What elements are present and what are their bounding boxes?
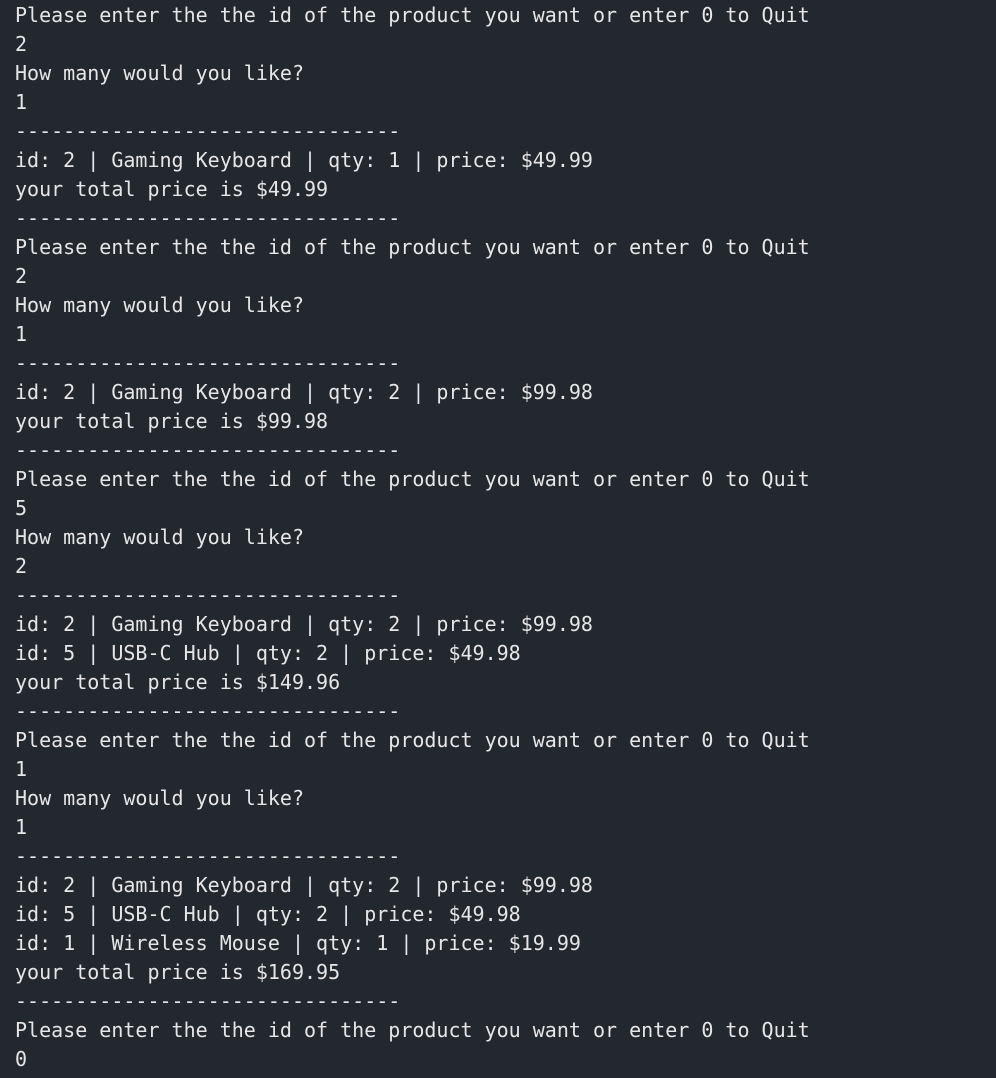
cart-item-line: id: 5 | USB-C Hub | qty: 2 | price: $49.…	[15, 641, 521, 665]
user-input-line: 1	[15, 815, 28, 839]
cart-item-line: id: 2 | Gaming Keyboard | qty: 1 | price…	[15, 148, 593, 172]
separator-line: --------------------------------	[15, 438, 401, 462]
separator-line: --------------------------------	[15, 119, 401, 143]
cart-item-line: id: 1 | Wireless Mouse | qty: 1 | price:…	[15, 931, 581, 955]
separator-line: --------------------------------	[15, 583, 401, 607]
separator-line: --------------------------------	[15, 989, 401, 1013]
prompt-line: How many would you like?	[15, 61, 304, 85]
prompt-line: Please enter the the id of the product y…	[15, 3, 810, 27]
prompt-line: Please enter the the id of the product y…	[15, 467, 810, 491]
cart-item-line: id: 2 | Gaming Keyboard | qty: 2 | price…	[15, 380, 593, 404]
user-input-line: 2	[15, 264, 28, 288]
prompt-line: Please enter the the id of the product y…	[15, 1018, 810, 1042]
cart-item-line: id: 2 | Gaming Keyboard | qty: 2 | price…	[15, 612, 593, 636]
terminal-output[interactable]: Please enter the the id of the product y…	[0, 0, 996, 1078]
prompt-line: How many would you like?	[15, 786, 304, 810]
prompt-line: How many would you like?	[15, 293, 304, 317]
separator-line: --------------------------------	[15, 844, 401, 868]
user-input-line: 2	[15, 554, 28, 578]
user-input-line: 1	[15, 90, 28, 114]
user-input-line: 5	[15, 496, 28, 520]
separator-line: --------------------------------	[15, 351, 401, 375]
total-price-line: your total price is $99.98	[15, 409, 329, 433]
prompt-line: Please enter the the id of the product y…	[15, 728, 810, 752]
separator-line: --------------------------------	[15, 699, 401, 723]
separator-line: --------------------------------	[15, 206, 401, 230]
prompt-line: How many would you like?	[15, 525, 304, 549]
total-price-line: your total price is $169.95	[15, 960, 341, 984]
user-input-line: 0	[15, 1047, 28, 1071]
cart-item-line: id: 2 | Gaming Keyboard | qty: 2 | price…	[15, 873, 593, 897]
total-price-line: your total price is $149.96	[15, 670, 341, 694]
prompt-line: Please enter the the id of the product y…	[15, 235, 810, 259]
user-input-line: 1	[15, 757, 28, 781]
user-input-line: 1	[15, 322, 28, 346]
total-price-line: your total price is $49.99	[15, 177, 329, 201]
user-input-line: 2	[15, 32, 28, 56]
cart-item-line: id: 5 | USB-C Hub | qty: 2 | price: $49.…	[15, 902, 521, 926]
